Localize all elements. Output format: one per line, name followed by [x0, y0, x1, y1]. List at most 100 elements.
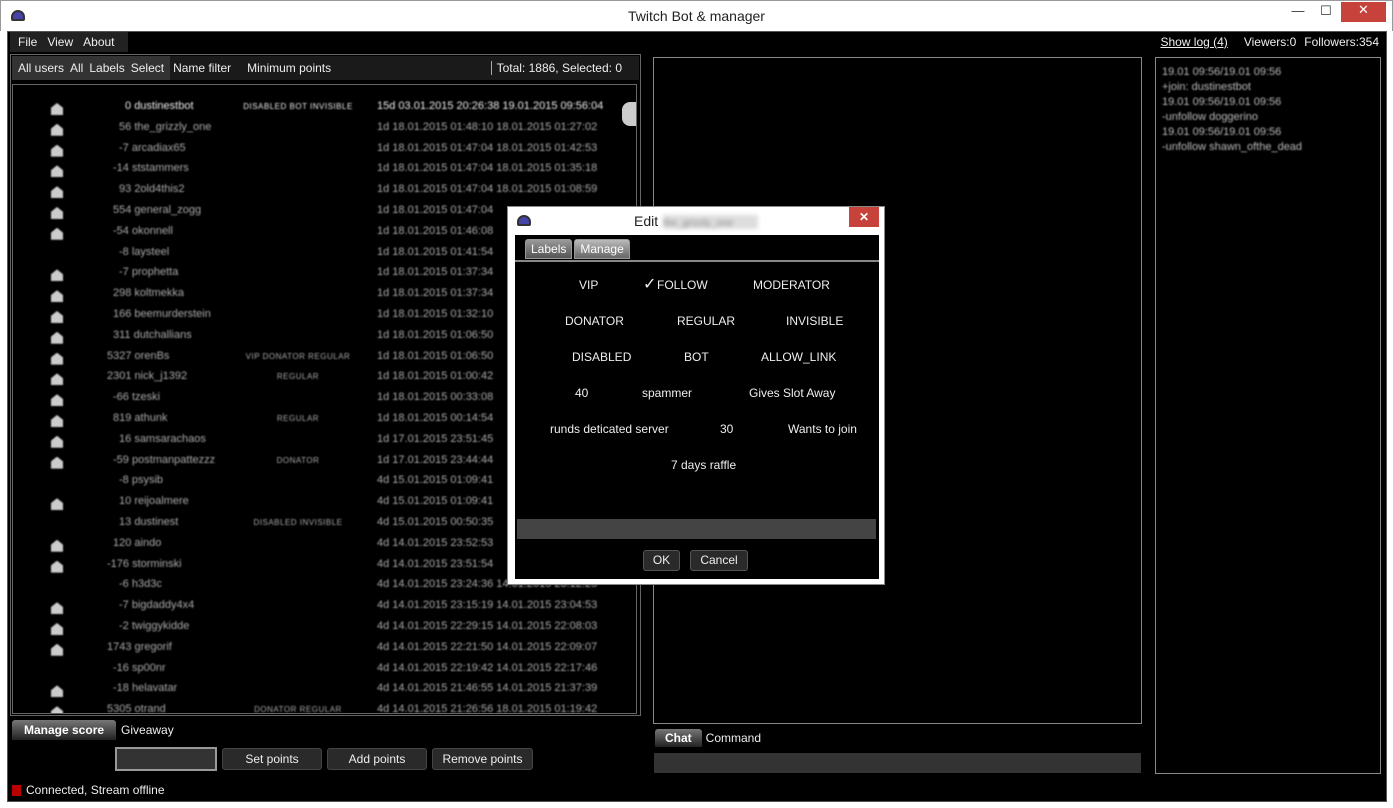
tab-chat[interactable]: Chat	[655, 729, 702, 747]
status-text: Connected, Stream offline	[26, 783, 165, 797]
menu-file[interactable]: File	[18, 35, 37, 49]
scrollbar-thumb[interactable]	[622, 102, 636, 126]
user-points: 0	[125, 100, 132, 112]
label-vip[interactable]: VIP	[579, 278, 598, 292]
user-dates: 1d 18.01.2015 01:47:04 18.01.2015 01:35:…	[377, 162, 598, 175]
set-points-button[interactable]: Set points	[222, 748, 322, 770]
label-moderator[interactable]: MODERATOR	[753, 278, 830, 292]
user-points: -6	[119, 578, 129, 591]
dialog-body: Labels Manage VIP ✓ FOLLOW MODERATOR DON…	[515, 235, 879, 579]
user-dates: 1d 18.01.2015 01:37:34	[377, 287, 494, 300]
tab-manage[interactable]: Manage	[574, 239, 630, 259]
label-wants-to-join[interactable]: Wants to join	[788, 422, 857, 436]
add-points-button[interactable]: Add points	[327, 748, 427, 770]
user-points: 819	[113, 412, 132, 424]
user-points: 2301	[107, 370, 132, 383]
user-row[interactable]: 0 dustinestbot DISABLED BOT INVISIBLE 15d …	[13, 100, 623, 120]
user-dates: 4d 14.01.2015 21:46:55 14.01.2015 21:37:…	[377, 682, 598, 695]
user-row[interactable]: -7 bigdaddy4x4 4d 14.01.2015 23:15:19 14.…	[13, 599, 623, 619]
label-30[interactable]: 30	[720, 422, 733, 436]
tab-manage-score[interactable]: Manage score	[12, 720, 117, 740]
cancel-button[interactable]: Cancel	[690, 550, 748, 571]
user-dates: 1d 17.01.2015 23:51:45	[377, 432, 494, 445]
user-dates: 4d 14.01.2015 22:29:15 14.01.2015 22:08:…	[377, 620, 598, 632]
dialog-title-bar: Edit the_grizzly_one ✕	[508, 207, 884, 235]
show-log-link[interactable]: Show log (4)	[1160, 35, 1227, 49]
chat-input[interactable]	[654, 753, 1141, 773]
label-gives-slot-away[interactable]: Gives Slot Away	[749, 386, 835, 400]
user-dates: 4d 14.01.2015 23:52:53	[377, 536, 494, 549]
user-points-name: -16 sp00nr	[113, 662, 323, 674]
user-row[interactable]: 1743 gregorif 4d 14.01.2015 22:21:50 14.0…	[13, 641, 623, 661]
label-invisible[interactable]: INVISIBLE	[786, 314, 843, 328]
label-spammer[interactable]: spammer	[642, 386, 692, 400]
user-name: prophetta	[131, 266, 179, 279]
user-points: 5327	[107, 349, 132, 362]
label-bot[interactable]: BOT	[684, 350, 709, 364]
label-regular[interactable]: REGULAR	[677, 314, 735, 328]
tab-command[interactable]: Command	[702, 729, 765, 747]
user-name: the_grizzly_one	[134, 120, 212, 133]
user-dates: 4d 15.01.2015 01:09:41	[377, 474, 494, 487]
label-disabled[interactable]: DISABLED	[572, 350, 631, 364]
filter-all-users[interactable]: All users	[15, 61, 67, 75]
user-dates: 4d 14.01.2015 23:15:19 14.01.2015 23:04:…	[377, 599, 598, 612]
label-runds-deticated-server[interactable]: runds deticated server	[550, 422, 669, 436]
user-icon	[51, 373, 63, 386]
close-button[interactable]: ✕	[1341, 2, 1386, 22]
user-labels: VIP DONATOR REGULAR	[245, 351, 351, 361]
user-row[interactable]: -16 sp00nr 4d 14.01.2015 22:19:42 14.01.2…	[13, 662, 623, 682]
user-row[interactable]: 5305 otrand DONATOR REGULAR 4d 14.01.2015 …	[13, 703, 623, 714]
user-points-name: -66 tzeski	[113, 391, 323, 403]
user-name: psysib	[131, 474, 164, 487]
filter-all[interactable]: All	[67, 61, 86, 75]
user-icon	[51, 643, 63, 656]
minimize-button[interactable]: —	[1284, 3, 1312, 23]
menu-about[interactable]: About	[83, 35, 114, 49]
user-row[interactable]: 93 2old4this2 1d 18.01.2015 01:47:04 18.0…	[13, 183, 623, 203]
user-icon	[51, 394, 63, 407]
user-dates: 1d 18.01.2015 01:41:54	[377, 245, 494, 258]
user-name: okonnell	[131, 224, 173, 237]
ok-button[interactable]: OK	[643, 550, 680, 571]
user-points-name: 554 general_zogg	[113, 204, 323, 216]
label-donator[interactable]: DONATOR	[565, 314, 624, 328]
filter-select[interactable]: Select	[128, 61, 167, 75]
label-follow[interactable]: FOLLOW	[657, 278, 708, 292]
log-line: -unfollow doggerino	[1162, 111, 1259, 123]
new-label-input[interactable]	[517, 519, 876, 539]
user-dates: 1d 18.01.2015 01:32:10	[377, 308, 494, 320]
label-allow-link[interactable]: ALLOW_LINK	[761, 350, 836, 364]
tab-labels[interactable]: Labels	[525, 239, 573, 259]
chat-tabs: Chat Command	[655, 729, 765, 747]
user-labels: REGULAR	[276, 372, 320, 382]
user-name: helavatar	[131, 682, 178, 695]
remove-points-button[interactable]: Remove points	[432, 748, 533, 770]
user-row[interactable]: -7 arcadiax65 1d 18.01.2015 01:47:04 18.0…	[13, 142, 623, 162]
user-row[interactable]: 56 the_grizzly_one 1d 18.01.2015 01:48:10…	[13, 121, 623, 141]
user-name: otrand	[134, 703, 166, 714]
maximize-button[interactable]: ☐	[1312, 3, 1340, 23]
user-row[interactable]: -2 twiggykidde 4d 14.01.2015 22:29:15 14.…	[13, 620, 623, 640]
user-dates: 1d 18.01.2015 01:47:04 18.01.2015 01:42:…	[377, 141, 598, 154]
user-name: gregorif	[134, 640, 172, 653]
user-row[interactable]: -14 ststammers 1d 18.01.2015 01:47:04 18.…	[13, 162, 623, 182]
name-filter[interactable]: Name filter	[170, 61, 234, 75]
user-dates: 1d 18.01.2015 01:37:34	[377, 266, 494, 279]
points-input[interactable]	[115, 747, 217, 771]
filter-labels[interactable]: Labels	[86, 61, 127, 75]
user-row[interactable]: -18 helavatar 4d 14.01.2015 21:46:55 14.0…	[13, 682, 623, 702]
user-dates: 1d 18.01.2015 01:06:50	[377, 349, 494, 362]
user-name: beemurderstein	[134, 308, 211, 320]
user-name: laysteel	[131, 245, 170, 258]
menu-view[interactable]: View	[47, 35, 73, 49]
minimum-points-filter[interactable]: Minimum points	[244, 61, 334, 75]
label-40[interactable]: 40	[575, 386, 588, 400]
dialog-close-button[interactable]: ✕	[849, 207, 879, 227]
user-name: aindo	[134, 536, 162, 549]
user-name: dustinest	[134, 516, 179, 528]
tab-giveaway[interactable]: Giveaway	[116, 720, 179, 740]
user-icon	[51, 623, 63, 635]
user-icon	[51, 456, 63, 469]
label-7-days-raffle[interactable]: 7 days raffle	[671, 458, 736, 472]
